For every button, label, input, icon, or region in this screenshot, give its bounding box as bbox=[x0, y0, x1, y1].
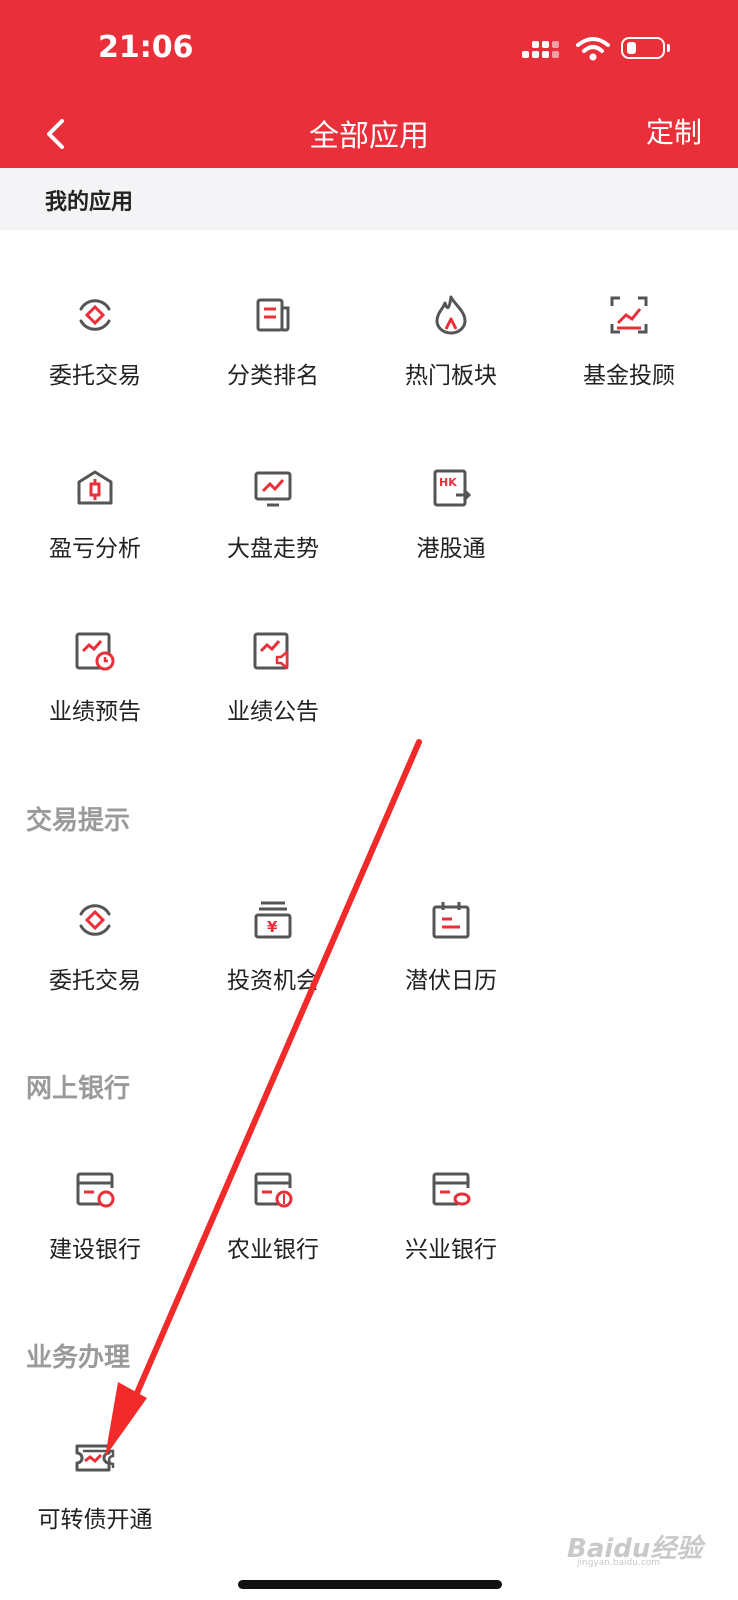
home-indicator[interactable] bbox=[238, 1580, 502, 1589]
baidu-watermark: Baidu经验 jingyan.baidu.com bbox=[567, 1524, 707, 1570]
watermark-sub: jingyan.baidu.com bbox=[577, 1558, 661, 1568]
annotation-arrow bbox=[105, 739, 422, 1457]
